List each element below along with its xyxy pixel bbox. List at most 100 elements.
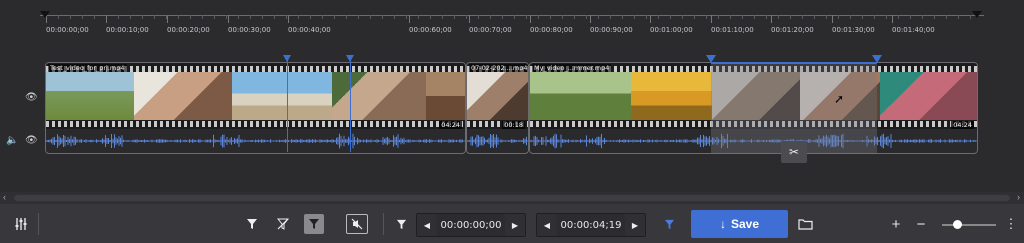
zoom-out-button[interactable]: − [913,214,929,234]
trim-end-icon[interactable] [661,214,677,234]
zoom-in-button[interactable]: + [888,214,904,234]
ruler-tick-label: 00:00:40;00 [288,26,331,34]
filter-icon[interactable] [244,214,260,234]
ruler-tick-label: 00:00:00;00 [46,26,89,34]
video-track-eye-icon[interactable]: 👁 [25,92,38,103]
ruler-minor-tick [394,15,395,19]
ruler-tick-label: 00:01:30;00 [832,26,875,34]
scroll-left-icon[interactable]: ‹ [3,192,6,202]
ruler-minor-tick [466,15,467,19]
marker-handle[interactable] [346,55,354,62]
zoom-slider[interactable] [942,220,996,229]
ruler-major-tick [288,15,289,23]
ruler-minor-tick [454,15,455,19]
audio-track-eye-icon[interactable]: 👁 [25,135,38,146]
ruler-minor-tick [382,15,383,19]
ruler-minor-tick [934,15,935,19]
thumbnail [467,72,528,120]
ruler-minor-tick [658,15,659,19]
marker-line[interactable] [350,58,351,152]
start-timecode-control[interactable]: ◀ 00:00:00;00 ▶ [416,213,526,237]
ruler-minor-tick [970,15,971,19]
save-label: Save [730,217,760,231]
clip-duration: 04:24 [439,121,462,129]
ruler-minor-tick [370,15,371,19]
filter-selected-icon[interactable] [304,214,324,234]
ruler-tick-label: 00:00:20;00 [167,26,210,34]
ruler-minor-tick [742,15,743,19]
scrollbar-thumb[interactable] [14,195,1010,201]
ruler-minor-tick [682,15,683,19]
end-time-prev-button[interactable]: ◀ [537,214,557,236]
zoom-slider-knob[interactable] [953,220,962,229]
ruler-minor-tick [346,15,347,19]
audio-track-speaker-icon[interactable]: 🔈 [6,135,18,146]
clip-1[interactable]: Test_video_for_prj.mp4 04:24 [45,62,466,154]
more-options-button[interactable]: ⋮ [1005,214,1018,234]
horizontal-scrollbar[interactable]: ‹ › [0,192,1024,204]
ruler-minor-tick [94,15,95,19]
ruler-minor-tick [514,15,515,19]
ruler-tick-label: 00:00:60;00 [409,26,452,34]
ruler-minor-tick [802,15,803,19]
ruler-major-tick [590,15,591,23]
end-timecode-field[interactable]: 00:00:04;19 [557,214,625,236]
thumbnail [232,72,332,120]
clip-duration: 00:18 [502,121,525,129]
timeline-area: 00:00:00;00 00:00:10;00 00:00:20;00 00:00:3… [0,0,1024,192]
clip-1-video: Test_video_for_prj.mp4 04:24 [46,63,465,129]
ruler-tick-label: 00:00:10;00 [106,26,149,34]
clip-2[interactable]: 07-02-202....mp4 00:18 [466,62,529,154]
ruler-minor-tick [538,15,539,19]
ruler-major-tick [650,15,651,23]
start-time-next-button[interactable]: ▶ [505,214,525,236]
time-ruler[interactable]: 00:00:00;00 00:00:10;00 00:00:20;00 00:00:3… [0,0,1024,40]
thumbnail [46,72,134,120]
start-time-prev-button[interactable]: ◀ [417,214,437,236]
ruler-major-tick [530,15,531,23]
ruler-tick-label: 00:00:80;00 [530,26,573,34]
ruler-minor-tick [946,15,947,19]
save-button[interactable]: ↓ Save [691,210,788,238]
trim-start-icon[interactable] [393,214,409,234]
ruler-minor-tick [910,15,911,19]
ruler-minor-tick [850,15,851,19]
ruler-minor-tick [322,15,323,19]
ruler-minor-tick [694,15,695,19]
ruler-minor-tick [154,15,155,19]
ruler-tick-label: 00:01:40;00 [892,26,935,34]
ruler-minor-tick [214,15,215,19]
thumbnail [880,72,977,120]
ruler-minor-tick [586,15,587,19]
ruler-minor-tick [550,15,551,19]
bottom-toolbar: ◀ 00:00:00;00 ▶ ◀ 00:00:04;19 ▶ ↓ Save +… [0,204,1024,243]
scissors-icon[interactable]: ✂ [781,141,807,163]
start-timecode-field[interactable]: 00:00:00;00 [437,214,505,236]
end-marker[interactable] [972,11,982,18]
end-time-next-button[interactable]: ▶ [625,214,645,236]
selection-start-handle[interactable] [706,55,716,63]
scroll-right-icon[interactable]: › [1017,192,1020,202]
mouse-cursor-icon: ➚ [834,92,845,106]
filter-off-icon[interactable] [275,214,291,234]
ruler-minor-tick [598,15,599,19]
ruler-minor-tick [118,15,119,19]
folder-icon[interactable] [796,214,814,234]
clip-name: My_video_...mmer.mp4 [532,64,612,72]
ruler-minor-tick [286,15,287,19]
ruler-major-tick [711,15,712,23]
ruler-minor-tick [706,15,707,19]
thumbnail [426,72,465,120]
sliders-icon[interactable] [12,214,30,234]
clip-2-waveform [467,130,528,152]
ruler-minor-tick [814,15,815,19]
playhead[interactable] [287,58,288,152]
mute-icon[interactable] [346,214,368,234]
end-timecode-control[interactable]: ◀ 00:00:04;19 ▶ [536,213,646,237]
selection-end-handle[interactable] [872,55,882,63]
start-marker[interactable] [40,11,50,18]
ruler-minor-tick [58,15,59,19]
playhead-handle[interactable] [283,55,291,62]
ruler-minor-tick [958,15,959,19]
ruler-minor-tick [298,15,299,19]
